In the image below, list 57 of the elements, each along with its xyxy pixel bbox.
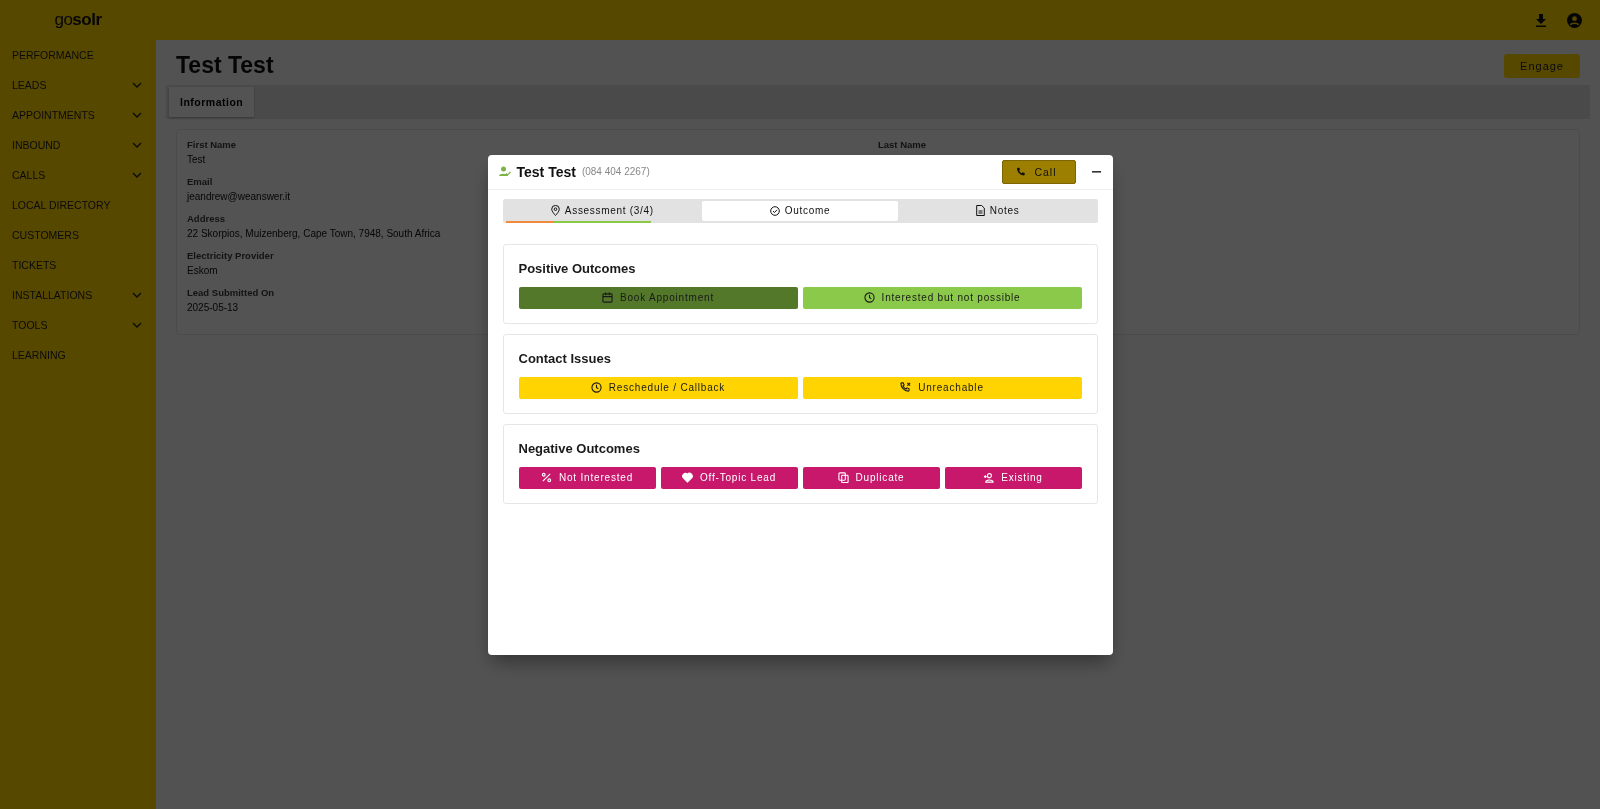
field-label: Last Name — [878, 139, 927, 150]
field-value: jeandrew@weanswer.it — [187, 191, 290, 202]
field-label: First Name — [187, 139, 237, 150]
clock-icon — [863, 292, 875, 303]
outcome-button[interactable]: Duplicate — [802, 466, 940, 489]
phone-x-icon — [900, 382, 912, 393]
field-value: Eskom — [187, 265, 218, 276]
sidebar-item[interactable]: INBOUND — [0, 130, 156, 160]
field-value: 22 Skorpios, Muizenberg, Cape Town, 7948, South Africa — [187, 228, 441, 239]
download-icon[interactable] — [1535, 13, 1547, 27]
sidebar-item[interactable]: TICKETS — [0, 250, 156, 280]
sidebar-item[interactable]: LOCAL DIRECTORY — [0, 190, 156, 220]
tab[interactable]: Outcome — [702, 200, 898, 221]
field-label: Email — [187, 176, 213, 187]
clock-icon — [590, 382, 602, 393]
sidebar-item[interactable]: LEADS — [0, 70, 156, 100]
document-icon — [975, 205, 985, 216]
check-circle-icon — [769, 205, 780, 216]
account-icon[interactable] — [1567, 12, 1582, 28]
copy-icon — [837, 472, 849, 483]
sidebar-item[interactable]: TOOLS — [0, 310, 156, 340]
tab[interactable]: Assessment (3/4) — [504, 200, 701, 221]
sidebar-item[interactable]: APPOINTMENTS — [0, 100, 156, 130]
section-title: Positive Outcomes — [518, 260, 637, 276]
field-label: Electricity Provider — [187, 250, 274, 261]
sidebar-item[interactable]: CALLS — [0, 160, 156, 190]
sidebar-item[interactable]: CUSTOMERS — [0, 220, 156, 250]
field-value: Test — [187, 154, 206, 165]
user-plus-icon — [983, 472, 995, 483]
field-value: 2025-05-13 — [187, 302, 239, 313]
outcome-button[interactable]: Interested but not possible — [802, 286, 1082, 309]
map-pin-icon — [550, 205, 560, 216]
tab[interactable]: Information — [169, 87, 255, 117]
field-label: Address — [187, 213, 225, 224]
outcome-button[interactable]: Off-Topic Lead — [660, 466, 798, 489]
tab[interactable]: Notes — [899, 200, 1096, 221]
page-title: Test Test — [176, 52, 274, 79]
outcome-button[interactable]: Unreachable — [802, 376, 1082, 399]
outcome-button[interactable]: Book Appointment — [518, 286, 798, 309]
section-title: Negative Outcomes — [518, 440, 641, 456]
calendar-icon — [602, 292, 613, 303]
section-title: Contact Issues — [518, 350, 612, 366]
phone-number: (084 404 2267) — [581, 166, 650, 177]
call-button[interactable]: Call — [1002, 159, 1076, 184]
engage-button[interactable]: Engage — [1504, 53, 1580, 78]
minimize-icon[interactable] — [1091, 170, 1101, 173]
dialog-title: Test Test — [516, 163, 576, 180]
user-check-icon — [498, 166, 511, 177]
field-label: Lead Submitted On — [187, 287, 275, 298]
sidebar-item[interactable]: INSTALLATIONS — [0, 280, 156, 310]
sidebar-item[interactable]: PERFORMANCE — [0, 40, 156, 70]
outcome-button[interactable]: Existing — [944, 466, 1082, 489]
logo[interactable]: gosolr — [0, 0, 156, 40]
outcome-button[interactable]: Not Interested — [518, 466, 656, 489]
sidebar-item[interactable]: LEARNING — [0, 340, 156, 370]
outcome-button[interactable]: Reschedule / Callback — [518, 376, 798, 399]
phone-icon — [1016, 166, 1027, 177]
